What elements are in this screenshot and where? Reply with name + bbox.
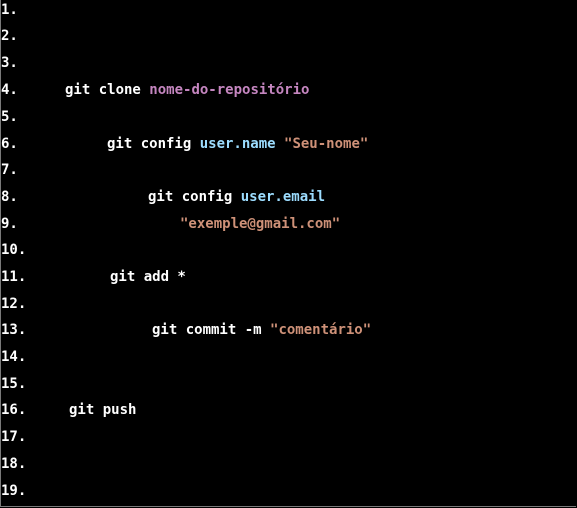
- line-number: 5.: [1, 109, 18, 125]
- code-token-command: git push: [69, 402, 137, 418]
- code-token-command: git add *: [110, 269, 186, 285]
- line-number: 7.: [1, 162, 18, 178]
- code-text: git config user.name "Seu-nome": [107, 134, 368, 154]
- line-number: 15.: [1, 376, 27, 392]
- code-token-command: [276, 136, 284, 152]
- code-token-key: user.name: [199, 136, 276, 152]
- line-number: 19.: [1, 483, 27, 499]
- code-text: git config user.email: [148, 187, 325, 207]
- line-number: 8.: [1, 189, 18, 205]
- code-token-command: git config: [148, 189, 241, 205]
- line-number: 13.: [1, 322, 27, 338]
- code-token-command: git clone: [65, 82, 150, 98]
- line-number: 9.: [1, 216, 18, 232]
- line-number: 18.: [1, 456, 27, 472]
- code-editor[interactable]: 1. 2. 3. 4. git clone nome-do-repositório 5. 6…: [0, 0, 576, 507]
- line-number: 16.: [1, 402, 27, 418]
- code-token-command: git commit -m: [152, 322, 271, 338]
- code-token-command: git config: [107, 136, 200, 152]
- code-text: git push: [69, 400, 136, 420]
- line-number: 14.: [1, 349, 27, 365]
- line-number: 2.: [1, 28, 18, 44]
- line-number: 3.: [1, 55, 18, 71]
- code-token-string: "comentário": [270, 322, 372, 338]
- line-number: 4.: [1, 82, 18, 98]
- code-text: "exemple@gmail.com": [180, 214, 340, 234]
- line-number: 17.: [1, 429, 27, 445]
- line-number: 12.: [1, 296, 27, 312]
- code-token-argument: nome-do-repositório: [149, 82, 310, 98]
- code-token-key: user.email: [240, 189, 326, 205]
- code-text: git clone nome-do-repositório: [65, 80, 309, 100]
- line-number: 11.: [1, 269, 27, 285]
- line-number: 6.: [1, 136, 18, 152]
- line-number: 10.: [1, 242, 27, 258]
- code-token-string: "exemple@gmail.com": [180, 216, 341, 232]
- code-text: git add *: [110, 267, 186, 287]
- line-number: 1.: [1, 2, 18, 18]
- code-text: git commit -m "comentário": [152, 320, 371, 340]
- code-token-string: "Seu-nome": [284, 136, 369, 152]
